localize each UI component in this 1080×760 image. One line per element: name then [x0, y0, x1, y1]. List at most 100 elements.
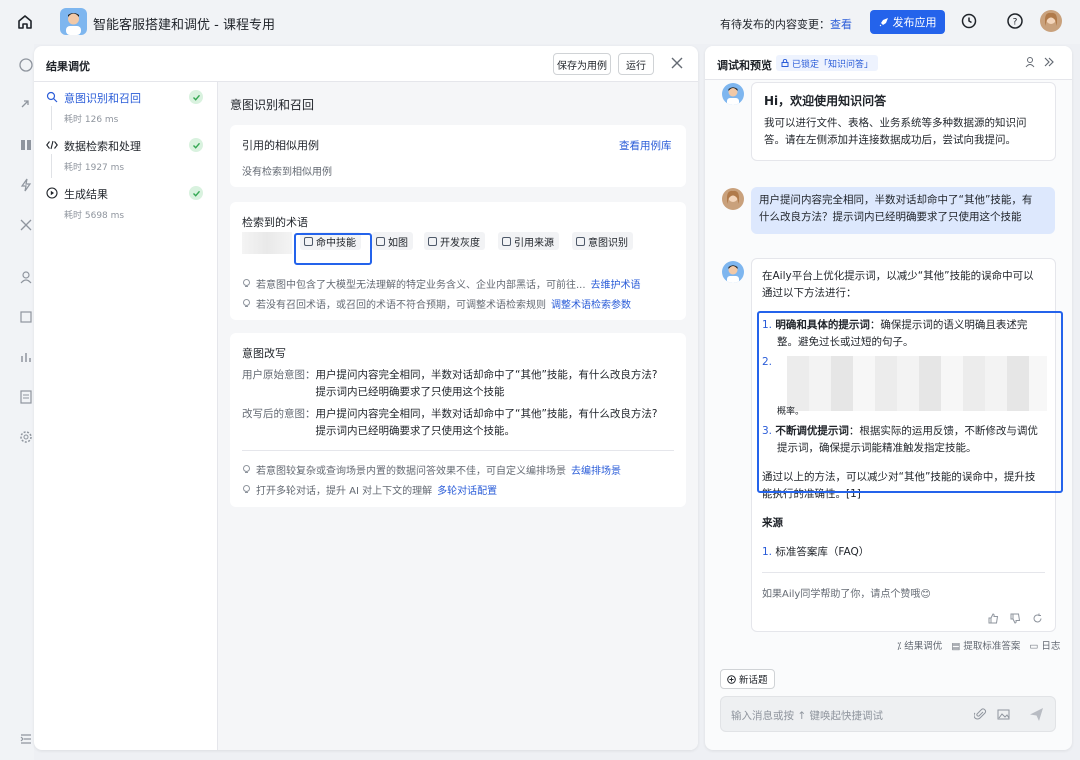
image-icon[interactable] — [997, 708, 1010, 721]
bolt-icon[interactable] — [19, 178, 33, 192]
welcome-title: Hi，欢迎使用知识问答 — [764, 94, 887, 108]
view-changes-link[interactable]: 查看 — [830, 16, 852, 32]
check-icon — [189, 138, 203, 152]
step-connector — [51, 154, 52, 178]
log-action[interactable]: ▭ 日志 — [1029, 638, 1060, 652]
close-icon[interactable] — [670, 56, 684, 70]
attachment-icon[interactable] — [974, 708, 987, 721]
refresh-icon[interactable] — [1032, 613, 1043, 624]
terms-tip-2: 若没有召回术语，或召回的术语不符合预期，可调整术语检索规则 调整术语检索参数 — [242, 296, 631, 311]
term-tag[interactable]: 开发灰度 — [424, 232, 485, 250]
tip-text: 若没有召回术语，或召回的术语不符合预期，可调整术语检索规则 — [256, 300, 546, 311]
doc-icon[interactable] — [19, 390, 33, 404]
original-intent-label: 用户原始意图： — [242, 369, 316, 381]
similar-cases-empty: 没有检索到相似用例 — [242, 167, 332, 178]
tip-text: 若意图较复杂或查询场景内置的数据问答效果不佳，可自定义编排场景 — [256, 466, 566, 477]
send-icon[interactable] — [1029, 707, 1044, 722]
multi-turn-config-link[interactable]: 多轮对话配置 — [437, 482, 497, 497]
save-as-case-button[interactable]: 保存为用例 — [553, 53, 611, 75]
list-item-text: 提示词，确保提示词能精准触发指定技能。 — [777, 442, 977, 454]
welcome-message: Hi，欢迎使用知识问答 我可以进行文件、表格、业务系统等多种数据源的知识问 答。… — [751, 82, 1056, 161]
double-chevron-right-icon[interactable] — [1043, 56, 1055, 68]
rocket-icon — [879, 18, 888, 27]
step-intent-recognition[interactable]: 意图识别和召回 耗时 126 ms — [34, 82, 218, 130]
code-icon — [46, 140, 58, 150]
thumbs-down-icon[interactable] — [1010, 613, 1021, 624]
report-icon[interactable] — [19, 310, 33, 324]
maintain-terms-link[interactable]: 去维护术语 — [591, 276, 641, 291]
help-icon[interactable]: ? — [1006, 12, 1024, 30]
collapse-icon[interactable] — [19, 732, 33, 746]
chat-input[interactable]: 输入消息或按 ↑ 键唤起快捷调试 — [720, 696, 1056, 732]
term-tag-label: 开发灰度 — [440, 237, 480, 249]
welcome-text: 答。请在左侧添加并连接数据成功后，尝试向我提问。 — [764, 134, 1016, 146]
term-tag[interactable]: 引用来源 — [498, 232, 559, 250]
result-tuning-action[interactable]: ⁒ 结果调优 — [897, 638, 942, 652]
step-time: 耗时 5698 ms — [64, 211, 125, 221]
original-intent-line: 用户提问内容完全相同，半数对话却命中了“其他”技能，有什么改良方法? — [315, 369, 658, 381]
thumbs-up-icon[interactable] — [988, 613, 999, 624]
bot-avatar — [722, 83, 744, 105]
tip-text: 打开多轮对话，提升 AI 对上下文的理解 — [256, 486, 433, 497]
list-item-text: 概率。 — [777, 407, 805, 417]
chart-icon[interactable] — [19, 350, 33, 364]
welcome-text: 我可以进行文件、表格、业务系统等多种数据源的知识问 — [764, 117, 1027, 129]
preview-title: 调试和预览 — [717, 59, 772, 72]
data-icon[interactable] — [19, 138, 33, 152]
comment-icon — [576, 236, 585, 246]
users-icon[interactable] — [19, 270, 33, 284]
comment-icon — [502, 236, 511, 246]
source-item[interactable]: 1. 标准答案库（FAQ） — [762, 544, 869, 561]
user-settings-icon[interactable] — [1025, 56, 1037, 68]
list-number: 2. — [762, 354, 772, 371]
user-avatar[interactable] — [1040, 10, 1062, 32]
list-item-text: ：确保提示词的语义明确且表述完 — [869, 319, 1028, 331]
rewritten-intent-line: 用户提问内容完全相同，半数对话却命中了“其他”技能，有什么改良方法? — [315, 408, 658, 420]
settings-icon[interactable] — [19, 430, 33, 444]
terms-title: 检索到的术语 — [242, 216, 308, 229]
action-label: 结果调优 — [904, 641, 943, 652]
original-intent-row: 用户原始意图： 用户提问内容完全相同，半数对话却命中了“其他”技能，有什么改良方… — [242, 367, 657, 401]
list-number: 1. — [762, 319, 773, 331]
divider — [762, 572, 1045, 573]
divider — [242, 450, 674, 451]
debug-preview-panel: 调试和预览 已锁定「知识问答」 Hi，欢迎使用知识问答 我可以进行文件、表格、业… — [705, 46, 1072, 750]
original-intent-line: 提示词内已经明确要求了只使用这个技能 — [315, 386, 505, 398]
term-tag[interactable]: 如图 — [372, 232, 413, 250]
action-label: 提取标准答案 — [963, 641, 1021, 652]
step-label: 意图识别和召回 — [64, 92, 141, 105]
svg-text:?: ? — [1013, 18, 1018, 28]
home-icon[interactable] — [16, 13, 34, 31]
detail-title: 意图识别和召回 — [230, 98, 315, 112]
term-tag-label: 意图识别 — [588, 237, 628, 249]
bulb-icon — [243, 299, 250, 307]
answer-message: 在Aily平台上优化提示词，以减少“其他”技能的误命中可以 通过以下方法进行： … — [751, 258, 1056, 632]
tools-icon[interactable] — [19, 218, 33, 232]
history-icon[interactable] — [960, 12, 978, 30]
view-case-library-link[interactable]: 查看用例库 — [619, 138, 672, 153]
run-button[interactable]: 运行 — [618, 53, 654, 75]
orchestrate-scene-link[interactable]: 去编排场景 — [571, 462, 621, 477]
bulb-icon — [243, 279, 250, 287]
rewrite-title: 意图改写 — [242, 347, 286, 360]
extract-answer-action[interactable]: ▤ 提取标准答案 — [951, 638, 1020, 652]
comment-icon — [376, 236, 385, 246]
term-tag[interactable]: 命中技能 — [300, 232, 361, 250]
answer-intro: 在Aily平台上优化提示词，以减少“其他”技能的误命中可以 — [762, 270, 1034, 282]
panel-title: 结果调优 — [46, 60, 90, 73]
publish-button[interactable]: 发布应用 — [870, 10, 945, 34]
search-sparkle-icon — [46, 91, 58, 103]
step-data-retrieval[interactable]: 数据检索和处理 耗时 1927 ms — [34, 130, 218, 178]
step-generate-result[interactable]: 生成结果 耗时 5698 ms — [34, 178, 218, 226]
chat-icon[interactable] — [19, 58, 33, 72]
term-tags: 命中技能 如图 开发灰度 引用来源 意图识别 — [242, 232, 698, 254]
result-tuning-panel: 结果调优 保存为用例 运行 意图识别和召回 耗时 126 ms 数据检索和处理 … — [34, 46, 698, 750]
new-topic-button[interactable]: 新话题 — [720, 669, 775, 689]
term-tag-label: 命中技能 — [316, 237, 356, 249]
adjust-term-params-link[interactable]: 调整术语检索参数 — [551, 296, 631, 311]
list-item-text: ：根据实际的运用反馈，不断修改与调优 — [848, 425, 1038, 437]
link-icon[interactable] — [19, 98, 33, 112]
publish-label: 发布应用 — [892, 16, 937, 29]
term-tag[interactable]: 意图识别 — [572, 232, 633, 250]
step-label: 数据检索和处理 — [64, 140, 141, 153]
